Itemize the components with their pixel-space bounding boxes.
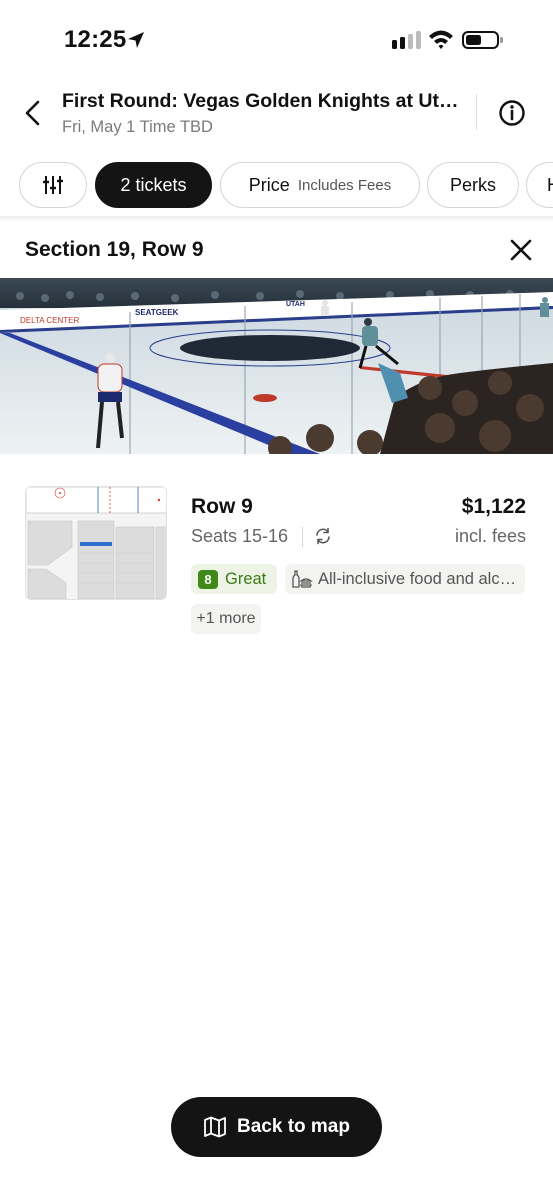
status-time: 12:25 [64, 26, 127, 53]
deal-score-value: 8 [198, 569, 218, 589]
price-filter-chip[interactable]: Price Includes Fees [220, 162, 420, 208]
listing-row: Row 9 [191, 495, 253, 518]
price-filter-label: Price [248, 174, 290, 195]
refresh-icon [316, 527, 330, 545]
chevron-left-icon [25, 100, 40, 126]
cellular-signal-icon [392, 31, 421, 49]
back-to-map-button[interactable]: Back to map [171, 1097, 382, 1157]
listing-seats: Seats 15-16 [191, 526, 289, 546]
filter-settings-button[interactable] [19, 162, 87, 208]
battery-icon [462, 31, 503, 49]
price-includes-fees-note: Includes Fees [297, 176, 392, 194]
next-filter-label: H [547, 175, 553, 196]
perks-filter-chip[interactable]: Perks [427, 162, 519, 208]
event-title: First Round: Vegas Golden Knights at Uta… [62, 90, 468, 112]
food-drink-icon [292, 570, 313, 588]
back-to-map-label: Back to map [237, 1116, 350, 1137]
location-arrow-icon [128, 32, 144, 48]
perk-label: All-inclusive food and alcohol [318, 569, 523, 588]
board-sponsor-text: SEATGEEK [135, 308, 179, 317]
ticket-listing[interactable]: Row 9 $1,122 Seats 15-16 incl. fees 8 Gr… [0, 484, 553, 644]
filter-bar: 2 tickets Price Includes Fees Perks H [0, 160, 553, 210]
map-icon [204, 1116, 226, 1138]
status-bar: 12:25 [0, 0, 553, 80]
tickets-quantity-label: 2 tickets [120, 174, 187, 195]
sliders-icon [43, 176, 63, 194]
next-filter-chip[interactable]: H [526, 162, 553, 208]
wifi-icon [429, 30, 453, 49]
filter-bar-shadow [0, 216, 553, 222]
deal-score-label: Great [225, 569, 267, 588]
event-header: First Round: Vegas Golden Knights at Uta… [0, 80, 553, 150]
back-button[interactable] [18, 98, 48, 128]
tickets-quantity-chip[interactable]: 2 tickets [95, 162, 212, 208]
more-perks-badge[interactable]: +1 more [191, 604, 261, 634]
mini-seat-map [25, 486, 167, 600]
board-team-text: UTAH [286, 301, 305, 308]
more-perks-label: +1 more [196, 610, 256, 627]
seats-divider [302, 527, 303, 547]
close-icon[interactable] [508, 237, 534, 263]
seat-view-photo[interactable]: DELTA CENTER SEATGEEK UTAH [0, 278, 553, 454]
perks-filter-label: Perks [449, 174, 496, 195]
fees-note: incl. fees [454, 526, 526, 546]
header-divider [476, 94, 477, 130]
section-title: Section 19, Row 9 [25, 238, 204, 261]
event-date: Fri, May 1 Time TBD [62, 118, 213, 136]
perk-badge: All-inclusive food and alcohol [285, 564, 525, 594]
info-icon[interactable] [497, 98, 527, 128]
rink-illustration: DELTA CENTER SEATGEEK UTAH [0, 278, 553, 454]
deal-score-badge: 8 Great [191, 564, 277, 594]
section-map-graphic [26, 487, 166, 599]
board-logo-text: DELTA CENTER [20, 316, 79, 325]
listing-price: $1,122 [461, 495, 526, 518]
